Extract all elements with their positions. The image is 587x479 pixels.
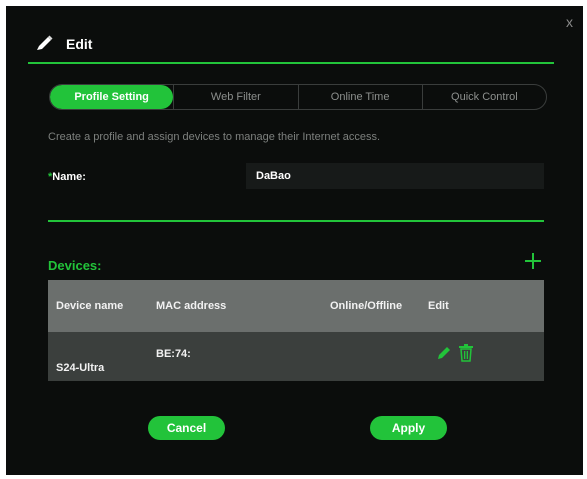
column-device-name: Device name: [56, 300, 124, 312]
column-online-offline: Online/Offline: [330, 300, 403, 312]
tab-online-time[interactable]: Online Time: [297, 85, 422, 109]
apply-button[interactable]: Apply: [370, 416, 447, 440]
name-label-text: Name:: [52, 171, 86, 183]
cancel-button[interactable]: Cancel: [148, 416, 225, 440]
dialog-header: Edit: [34, 35, 92, 53]
pencil-icon: [34, 35, 54, 53]
dialog-title: Edit: [66, 36, 93, 52]
header-divider: [28, 62, 554, 64]
pencil-icon: [438, 347, 450, 359]
edit-dialog: x Edit Profile Setting Web Filter Online…: [6, 6, 583, 475]
tab-web-filter[interactable]: Web Filter: [173, 85, 297, 109]
column-edit: Edit: [428, 300, 449, 312]
table-row: S24-Ultra BE:74:: [48, 332, 544, 381]
tab-quick-control[interactable]: Quick Control: [421, 85, 546, 109]
trash-icon: [459, 344, 473, 362]
tab-profile-setting[interactable]: Profile Setting: [50, 85, 174, 109]
edit-device-button[interactable]: [436, 345, 452, 364]
plus-icon: [525, 253, 541, 269]
delete-device-button[interactable]: [458, 344, 474, 365]
add-device-button[interactable]: [523, 251, 543, 271]
devices-table: Device name MAC address Online/Offline E…: [48, 280, 544, 385]
close-button[interactable]: x: [566, 14, 573, 30]
column-mac-address: MAC address: [156, 300, 227, 312]
mac-address-cell: BE:74:: [156, 348, 191, 360]
section-divider: [48, 220, 544, 222]
profile-description: Create a profile and assign devices to m…: [48, 131, 381, 143]
device-name-cell: S24-Ultra: [56, 362, 105, 374]
devices-label: Devices:: [48, 258, 102, 273]
name-label: *Name:: [48, 171, 86, 183]
row-actions: [436, 344, 474, 365]
table-header: Device name MAC address Online/Offline E…: [48, 280, 544, 332]
tab-bar: Profile Setting Web Filter Online Time Q…: [49, 84, 547, 110]
name-input[interactable]: [246, 163, 544, 189]
